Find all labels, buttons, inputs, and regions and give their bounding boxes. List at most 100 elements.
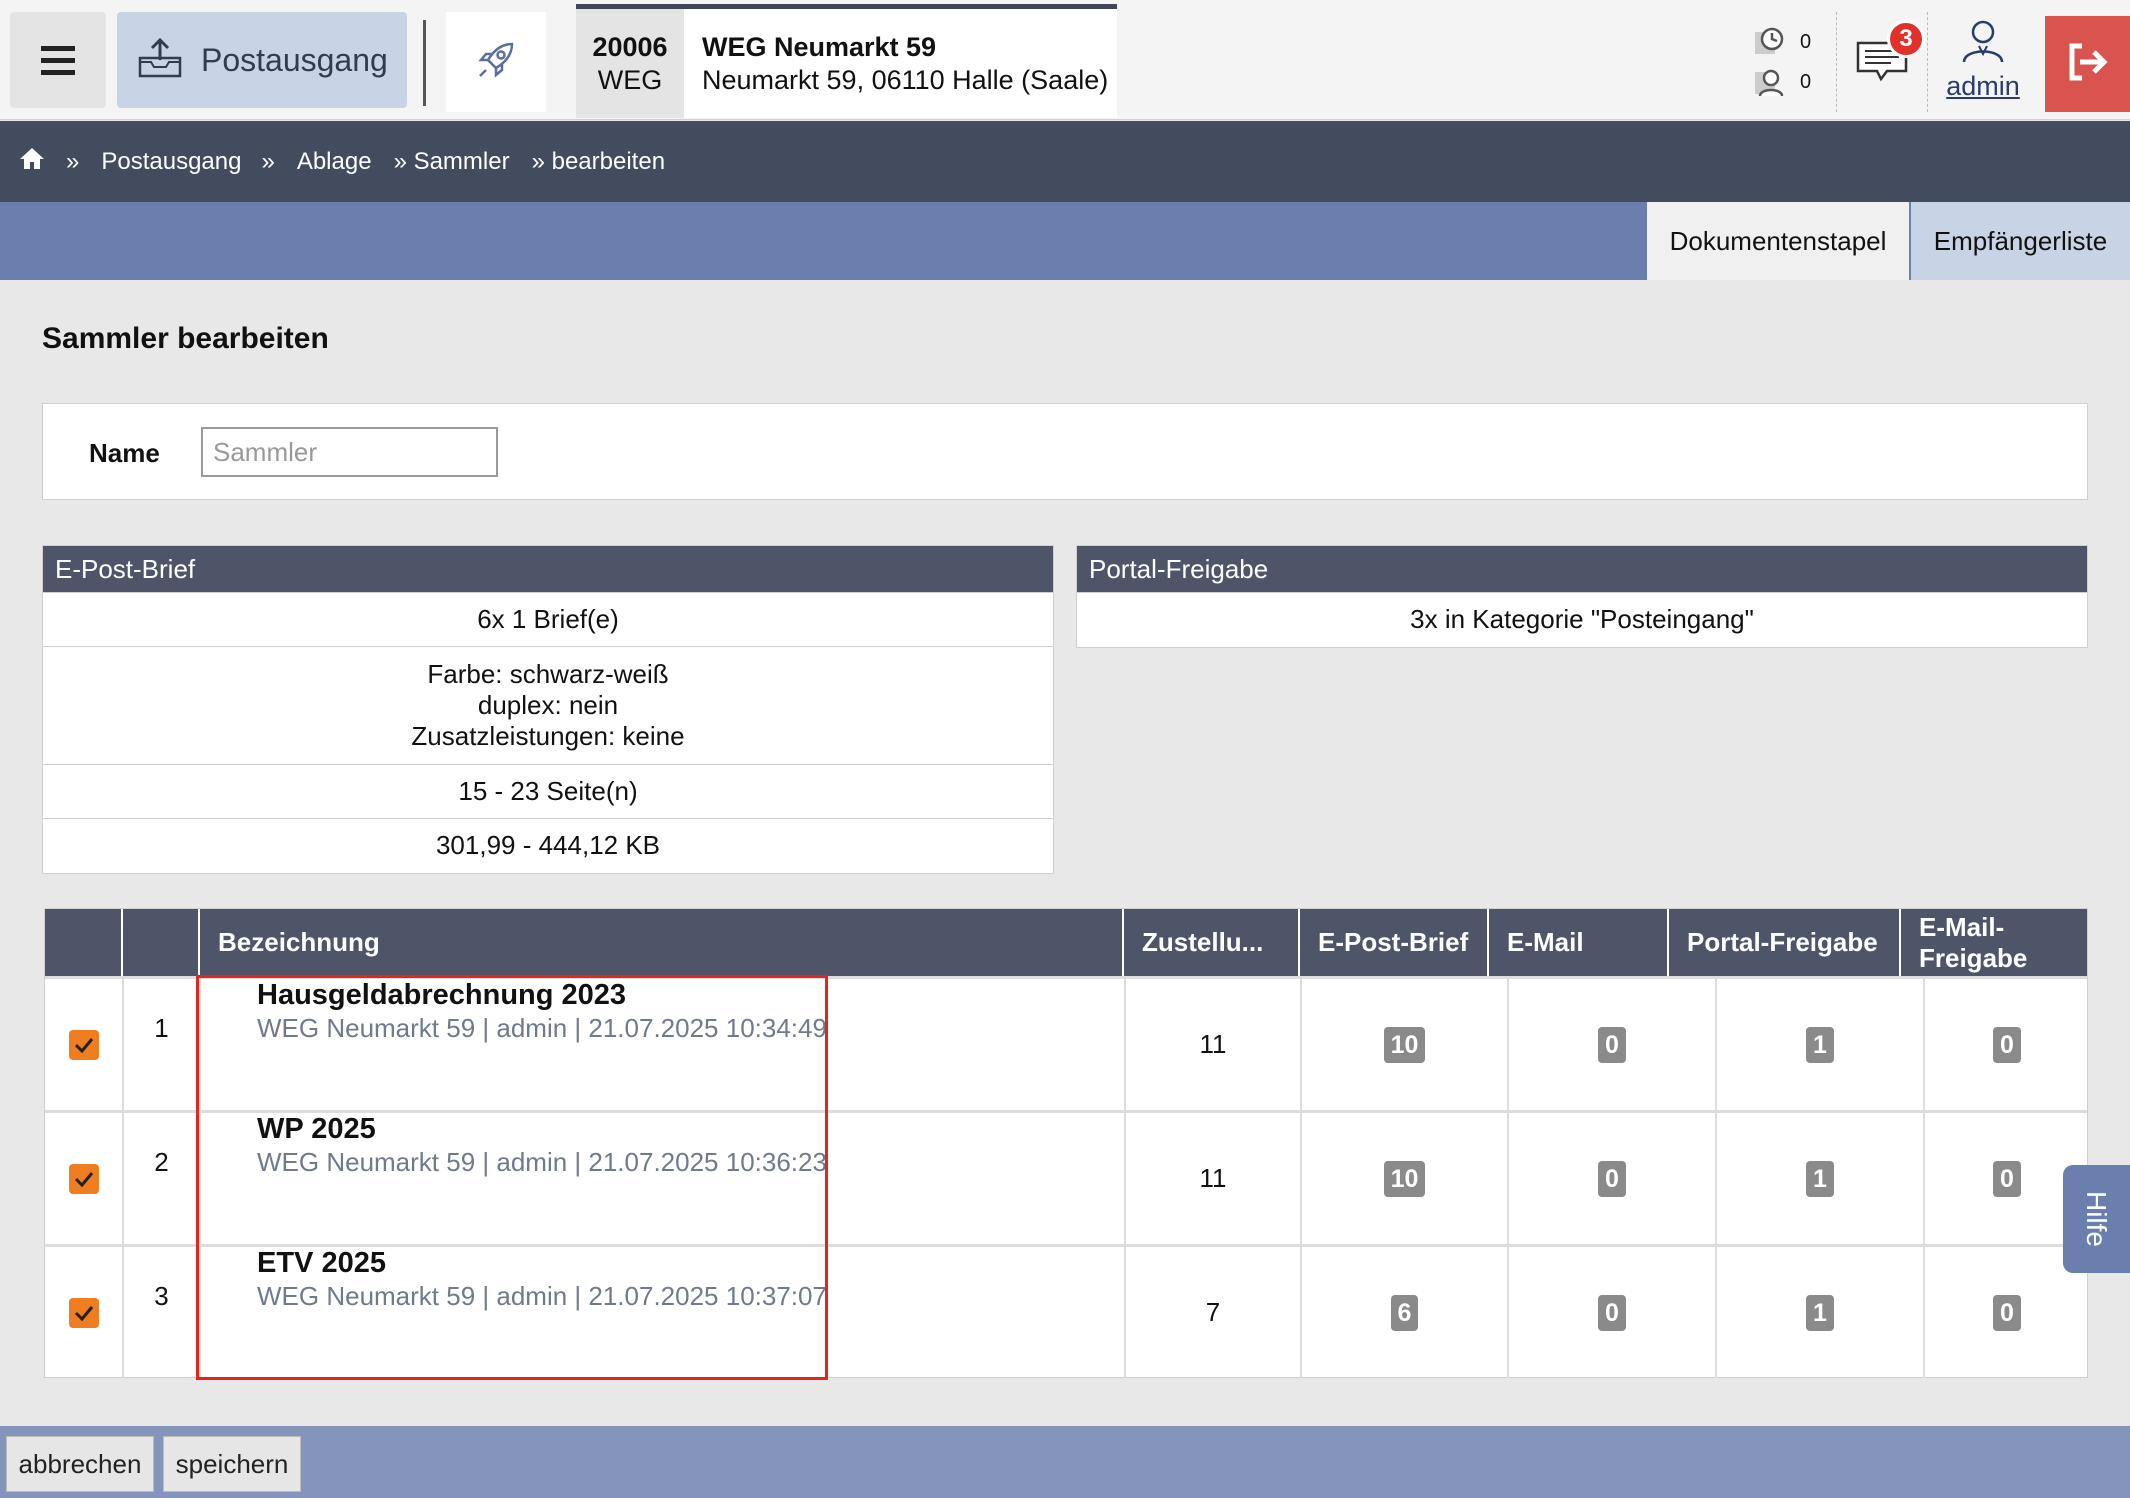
table-row[interactable]: 2 WP 2025 WEG Neumarkt 59 | admin | 21.0… <box>45 1110 2087 1244</box>
rocket-icon <box>472 36 520 89</box>
row-portal-cell: 1 <box>1717 979 1925 1110</box>
row-checkbox[interactable] <box>45 979 124 1110</box>
portal-count-badge: 1 <box>1806 1294 1834 1331</box>
menu-icon-line <box>41 57 75 63</box>
portal-category: 3x in Kategorie "Posteingang" <box>1410 604 1754 634</box>
cancel-button[interactable]: abbrechen <box>6 1436 154 1492</box>
header-zustellung[interactable]: Zustellu... <box>1124 909 1300 976</box>
messages-button[interactable]: 3 <box>1836 12 1928 112</box>
header-bezeichnung[interactable]: Bezeichnung <box>200 909 1124 976</box>
header-email[interactable]: E-Mail <box>1489 909 1669 976</box>
epost-color: Farbe: schwarz-weiß <box>427 659 669 689</box>
toolbar-divider <box>423 20 426 106</box>
epost-count-badge: 10 <box>1383 1026 1426 1063</box>
row-title-cell[interactable]: Hausgeldabrechnung 2023 WEG Neumarkt 59 … <box>201 979 1126 1110</box>
menu-icon-line <box>41 69 75 75</box>
epost-pages-row: 15 - 23 Seite(n) <box>43 764 1053 818</box>
row-title-cell[interactable]: WP 2025 WEG Neumarkt 59 | admin | 21.07.… <box>201 1113 1126 1244</box>
table-row[interactable]: 3 ETV 2025 WEG Neumarkt 59 | admin | 21.… <box>45 1244 2087 1378</box>
checkbox-checked-icon[interactable] <box>68 1029 99 1060</box>
portal-panel-title: Portal-Freigabe <box>1077 546 2087 592</box>
row-meta: WEG Neumarkt 59 | admin | 21.07.2025 10:… <box>257 1013 827 1043</box>
user-profile-button[interactable]: admin <box>1938 18 2028 114</box>
property-info-box[interactable]: WEG Neumarkt 59 Neumarkt 59, 06110 Halle… <box>684 4 1117 118</box>
row-epost-cell: 6 <box>1302 1247 1509 1378</box>
menu-icon-line <box>41 45 75 51</box>
help-tab[interactable]: Hilfe <box>2063 1165 2130 1273</box>
tabs-bar: Dokumentenstapel Empfängerliste <box>0 202 2130 280</box>
user-icon <box>1960 18 2006 69</box>
property-id-box[interactable]: 20006 WEG <box>576 4 684 118</box>
header-email-freigabe[interactable]: E-Mail-Freigabe <box>1901 909 2089 976</box>
header-index <box>123 909 200 976</box>
row-title: WP 2025 <box>257 1113 376 1145</box>
epost-options-row: Farbe: schwarz-weiß duplex: nein Zusatzl… <box>43 646 1053 764</box>
name-section: Name <box>42 403 2088 500</box>
header-portal-freigabe[interactable]: Portal-Freigabe <box>1669 909 1901 976</box>
epost-pages: 15 - 23 Seite(n) <box>458 776 638 806</box>
row-checkbox[interactable] <box>45 1247 124 1378</box>
header-epost-brief[interactable]: E-Post-Brief <box>1300 909 1489 976</box>
row-meta: WEG Neumarkt 59 | admin | 21.07.2025 10:… <box>257 1147 827 1177</box>
row-email-freigabe-cell: 0 <box>1925 979 2089 1110</box>
checkbox-checked-icon[interactable] <box>68 1297 99 1328</box>
users-counter[interactable]: 0 <box>1752 62 1822 102</box>
row-title: Hausgeldabrechnung 2023 <box>257 979 627 1011</box>
email-count-badge: 0 <box>1598 1026 1626 1063</box>
help-label: Hilfe <box>2081 1190 2113 1248</box>
row-epost-cell: 10 <box>1302 979 1509 1110</box>
epost-size-row: 301,99 - 444,12 KB <box>43 818 1053 872</box>
row-email-cell: 0 <box>1509 1247 1717 1378</box>
row-email-cell: 0 <box>1509 1113 1717 1244</box>
breadcrumb-ablage[interactable]: Ablage <box>297 148 372 176</box>
save-button[interactable]: speichern <box>163 1436 301 1492</box>
row-meta: WEG Neumarkt 59 | admin | 21.07.2025 10:… <box>257 1281 827 1311</box>
email-freigabe-count-badge: 0 <box>1993 1026 2021 1063</box>
row-zustellung: 7 <box>1126 1247 1302 1378</box>
username-link[interactable]: admin <box>1946 71 2020 102</box>
portal-count-badge: 1 <box>1806 1026 1834 1063</box>
tab-dokumentenstapel[interactable]: Dokumentenstapel <box>1647 202 1909 280</box>
checkbox-checked-icon[interactable] <box>68 1163 99 1194</box>
row-title-cell[interactable]: ETV 2025 WEG Neumarkt 59 | admin | 21.07… <box>201 1247 1126 1378</box>
epost-brief-panel: E-Post-Brief 6x 1 Brief(e) Farbe: schwar… <box>42 545 1054 874</box>
row-index: 2 <box>124 1113 201 1244</box>
breadcrumb-sammler[interactable]: » Sammler <box>394 148 510 176</box>
epost-count-badge: 6 <box>1390 1294 1419 1331</box>
email-freigabe-count-badge: 0 <box>1993 1160 2021 1197</box>
hamburger-menu-button[interactable] <box>10 12 106 108</box>
logout-button[interactable] <box>2045 16 2130 112</box>
property-type: WEG <box>597 64 663 95</box>
row-portal-cell: 1 <box>1717 1113 1925 1244</box>
tab-empfaengerliste[interactable]: Empfängerliste <box>1911 202 2130 280</box>
row-index: 1 <box>124 979 201 1110</box>
row-index: 3 <box>124 1247 201 1378</box>
logout-icon <box>2066 42 2110 87</box>
documents-table: Bezeichnung Zustellu... E-Post-Brief E-M… <box>44 908 2088 1378</box>
property-number: 20006 <box>592 31 668 62</box>
email-count-badge: 0 <box>1598 1160 1626 1197</box>
table-header: Bezeichnung Zustellu... E-Post-Brief E-M… <box>45 909 2087 976</box>
epost-size: 301,99 - 444,12 KB <box>435 830 661 860</box>
home-icon[interactable] <box>18 146 46 177</box>
page-title: Sammler bearbeiten <box>42 322 329 355</box>
pending-count: 0 <box>1800 30 1812 53</box>
pending-counter[interactable]: 0 <box>1752 22 1822 62</box>
postausgang-module-button[interactable]: Postausgang <box>117 12 407 108</box>
portal-count-badge: 1 <box>1806 1160 1834 1197</box>
breadcrumb-postausgang[interactable]: Postausgang <box>101 148 241 176</box>
email-freigabe-count-badge: 0 <box>1993 1294 2021 1331</box>
status-counters: 0 0 <box>1752 22 1822 102</box>
epost-count-row: 6x 1 Brief(e) <box>43 592 1053 646</box>
rocket-launch-button[interactable] <box>446 12 546 112</box>
name-input[interactable] <box>201 427 498 477</box>
messages-badge: 3 <box>1887 20 1925 58</box>
user-badge-icon <box>1752 65 1786 99</box>
footer-bar: abbrechen speichern <box>0 1426 2130 1498</box>
postausgang-label: Postausgang <box>201 41 388 78</box>
name-label: Name <box>89 438 160 468</box>
row-zustellung: 11 <box>1126 979 1302 1110</box>
row-checkbox[interactable] <box>45 1113 124 1244</box>
outbox-upload-icon <box>137 36 183 85</box>
table-row[interactable]: 1 Hausgeldabrechnung 2023 WEG Neumarkt 5… <box>45 976 2087 1110</box>
